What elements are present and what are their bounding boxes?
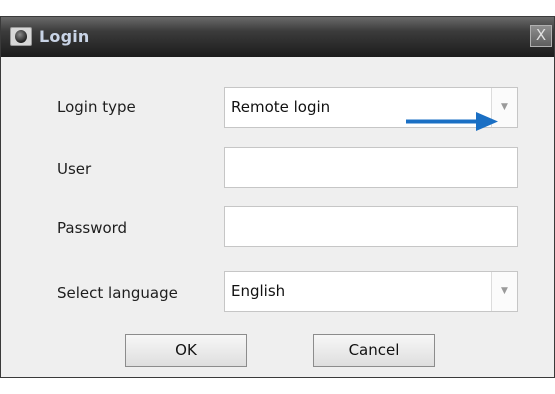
login-type-value: Remote login: [231, 98, 331, 116]
login-type-label: Login type: [57, 98, 136, 116]
password-label: Password: [57, 219, 128, 237]
user-input[interactable]: [224, 147, 518, 188]
cancel-button[interactable]: Cancel: [313, 334, 435, 367]
user-label: User: [57, 160, 92, 178]
app-camera-icon: [10, 27, 32, 46]
password-input[interactable]: [224, 206, 518, 247]
language-value: English: [231, 282, 286, 300]
annotation-arrow-icon: [406, 112, 498, 131]
language-select[interactable]: English ▼: [224, 271, 518, 312]
title-bar[interactable]: Login X: [1, 17, 554, 57]
chevron-down-icon: ▼: [501, 102, 508, 112]
chevron-down-icon: ▼: [501, 286, 508, 296]
window-title: Login: [39, 27, 90, 46]
language-label: Select language: [57, 284, 178, 302]
close-button[interactable]: X: [530, 25, 552, 47]
language-dropdown-button[interactable]: ▼: [491, 272, 517, 311]
ok-button[interactable]: OK: [125, 334, 247, 367]
login-dialog: Login X: [0, 16, 555, 378]
